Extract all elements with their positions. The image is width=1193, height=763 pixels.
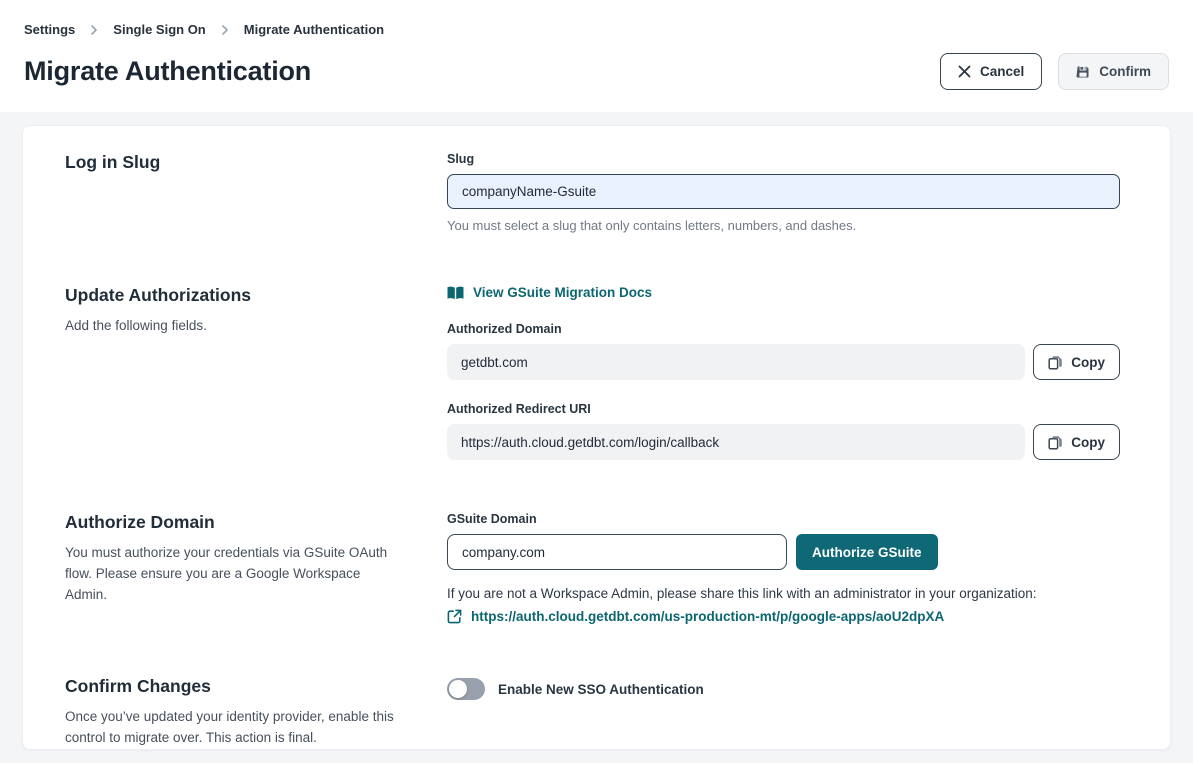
gsuite-migration-docs-link-label: View GSuite Migration Docs [473,285,652,300]
chevron-right-icon [220,25,230,35]
section-heading-login-slug: Log in Slug [65,152,417,173]
slug-helper-text: You must select a slug that only contain… [447,218,1120,233]
workspace-admin-note: If you are not a Workspace Admin, please… [447,586,1120,601]
copy-button-label: Copy [1071,435,1105,450]
section-desc-confirm-changes: Once you’ve updated your identity provid… [65,706,395,748]
gsuite-domain-label: GSuite Domain [447,512,1120,526]
external-link-icon [447,609,462,624]
confirm-button[interactable]: Confirm [1058,53,1169,90]
section-heading-update-authorizations: Update Authorizations [65,285,417,306]
content-area: Log in Slug Slug You must select a slug … [0,112,1193,763]
copy-icon [1048,435,1063,450]
copy-icon [1048,355,1063,370]
copy-button-label: Copy [1071,355,1105,370]
breadcrumb-single-sign-on[interactable]: Single Sign On [113,22,205,37]
breadcrumb: Settings Single Sign On Migrate Authenti… [24,22,1169,37]
authorized-domain-field[interactable] [447,344,1025,380]
gsuite-migration-docs-link[interactable]: View GSuite Migration Docs [447,285,652,300]
authorized-redirect-uri-label: Authorized Redirect URI [447,402,1120,416]
settings-card: Log in Slug Slug You must select a slug … [22,125,1171,750]
copy-redirect-uri-button[interactable]: Copy [1033,424,1120,460]
enable-sso-toggle-label: Enable New SSO Authentication [498,682,704,697]
book-icon [447,286,464,300]
confirm-button-label: Confirm [1099,64,1151,79]
authorized-domain-label: Authorized Domain [447,322,1120,336]
authorize-gsuite-button[interactable]: Authorize GSuite [796,534,938,570]
slug-field-label: Slug [447,152,1120,166]
enable-sso-toggle[interactable] [447,678,485,700]
gsuite-domain-input[interactable] [447,534,787,570]
section-login-slug: Log in Slug Slug You must select a slug … [65,152,1120,233]
toggle-knob [449,680,467,698]
save-icon [1076,65,1090,79]
page-title: Migrate Authentication [24,56,311,87]
section-authorize-domain: Authorize Domain You must authorize your… [65,512,1120,624]
section-heading-authorize-domain: Authorize Domain [65,512,417,533]
breadcrumb-settings[interactable]: Settings [24,22,75,37]
section-confirm-changes: Confirm Changes Once you’ve updated your… [65,676,1120,748]
header-actions: Cancel Confirm [940,53,1169,90]
chevron-right-icon [89,25,99,35]
section-update-authorizations: Update Authorizations Add the following … [65,285,1120,460]
share-link-url: https://auth.cloud.getdbt.com/us-product… [471,609,944,624]
copy-authorized-domain-button[interactable]: Copy [1033,344,1120,380]
authorized-redirect-uri-field[interactable] [447,424,1025,460]
breadcrumb-current-page: Migrate Authentication [244,22,384,37]
share-link[interactable]: https://auth.cloud.getdbt.com/us-product… [447,609,1120,624]
x-icon [958,65,971,78]
page-header: Settings Single Sign On Migrate Authenti… [0,0,1193,112]
slug-input[interactable] [447,174,1120,209]
section-desc-update-authorizations: Add the following fields. [65,315,395,336]
section-heading-confirm-changes: Confirm Changes [65,676,417,697]
cancel-button[interactable]: Cancel [940,53,1042,90]
cancel-button-label: Cancel [980,64,1024,79]
section-desc-authorize-domain: You must authorize your credentials via … [65,542,395,605]
